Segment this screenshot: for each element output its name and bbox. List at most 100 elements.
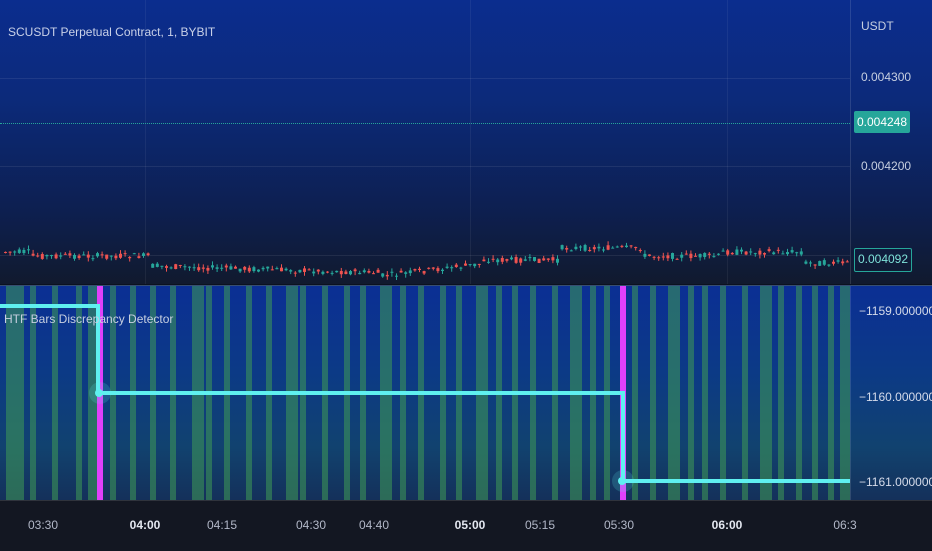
candle-body: [68, 253, 72, 256]
time-label: 03:30: [27, 518, 59, 532]
candle-body: [767, 249, 771, 252]
candle-body: [556, 258, 559, 263]
candle-body: [372, 273, 375, 275]
candle-body: [436, 268, 440, 272]
currency-unit: USDT: [861, 19, 894, 33]
candle-body: [510, 257, 513, 260]
step-point: [95, 389, 103, 397]
candle-body: [822, 260, 826, 265]
candle-body: [298, 269, 302, 273]
price-scale-label: 0.004300: [861, 70, 912, 84]
candle-body: [123, 253, 127, 255]
candle-body: [119, 253, 122, 258]
candle-body: [169, 267, 173, 269]
candle-body: [459, 267, 463, 269]
candle-body: [445, 266, 449, 268]
candle-body: [45, 254, 49, 257]
candle-body: [326, 271, 329, 273]
candle-body: [385, 274, 389, 277]
indicator-scale-label: −1161.000000: [859, 475, 932, 489]
candle-body: [211, 265, 214, 268]
price-scale[interactable]: USDT 0.004300 0.004200 0.004248 0.004092: [850, 0, 932, 284]
price-scale-label: 0.004200: [861, 159, 912, 173]
candle-body: [652, 256, 656, 258]
candle-body: [229, 266, 233, 270]
time-label: 04:00: [129, 518, 161, 532]
candle-body: [657, 257, 661, 259]
candle-body: [726, 250, 730, 255]
candle-body: [59, 255, 63, 257]
candle-body: [671, 253, 674, 259]
candle-body: [54, 254, 58, 259]
indicator-scale-label: −1160.000000: [859, 390, 932, 404]
candle-body: [717, 253, 720, 255]
candle-body: [441, 269, 444, 272]
candle-body: [303, 268, 306, 272]
candle-body: [546, 258, 550, 260]
candle-body: [82, 254, 86, 256]
candle-body: [252, 267, 256, 272]
candle-body: [786, 252, 789, 255]
time-axis[interactable]: 03:30 04:00 04:15 04:30 04:40 05:00 05:1…: [0, 500, 932, 551]
candle-body: [96, 253, 99, 257]
candle-body: [496, 259, 500, 263]
candle-body: [77, 255, 81, 259]
candle-body: [818, 261, 822, 266]
time-label: 04:30: [295, 518, 327, 532]
candle-body: [781, 253, 785, 255]
candle-body: [312, 271, 316, 274]
candle-body: [620, 245, 624, 247]
candle-body: [358, 272, 362, 275]
candle-body: [832, 261, 835, 264]
candle-body: [661, 256, 665, 258]
candle-body: [454, 264, 458, 268]
candle-body: [735, 249, 739, 255]
candle-body: [804, 261, 808, 264]
candle-body: [606, 245, 610, 250]
candle-body: [845, 261, 849, 263]
candle-body: [827, 264, 831, 266]
candle-body: [151, 263, 155, 268]
candle-body: [105, 254, 109, 259]
candle-body: [137, 256, 141, 258]
candle-body: [537, 258, 541, 263]
candle-body: [744, 251, 748, 255]
candle-body: [730, 252, 734, 255]
candle-body: [413, 269, 417, 271]
candle-body: [473, 263, 477, 267]
candle-body: [220, 267, 224, 269]
candle-body: [491, 258, 495, 260]
candle-body: [155, 263, 159, 267]
candle-body: [763, 253, 766, 255]
candle-body: [707, 253, 711, 255]
candle-body: [758, 250, 762, 255]
candle-body: [551, 257, 555, 261]
candle-body: [579, 246, 582, 248]
candle-body: [146, 253, 150, 256]
candle-body: [289, 270, 293, 272]
indicator-title[interactable]: HTF Bars Discrepancy Detector: [4, 312, 173, 326]
candle-body: [809, 262, 812, 264]
indicator-scale[interactable]: −1159.000000 −1160.000000 −1161.000000: [850, 285, 932, 501]
candle-body: [615, 246, 619, 248]
candle-body: [625, 245, 628, 248]
candle-body: [247, 267, 251, 272]
candle-body: [73, 254, 76, 259]
candle-body: [795, 252, 799, 254]
candle-body: [427, 267, 431, 269]
candle-body: [519, 258, 523, 263]
price-pane[interactable]: SCUSDT Perpetual Contract, 1, BYBIT: [0, 0, 850, 284]
candle-body: [740, 249, 743, 252]
candle-body: [583, 245, 587, 251]
indicator-pane[interactable]: HTF Bars Discrepancy Detector: [0, 285, 850, 501]
candle-body: [27, 249, 30, 251]
candle-body: [275, 268, 279, 270]
candle-body: [528, 257, 532, 259]
candle-body: [404, 272, 408, 274]
candle-body: [367, 270, 371, 273]
candle-body: [694, 255, 697, 257]
candle-body: [266, 266, 270, 269]
candle-body: [514, 257, 518, 263]
candle-body: [836, 260, 840, 262]
candle-body: [772, 252, 776, 255]
